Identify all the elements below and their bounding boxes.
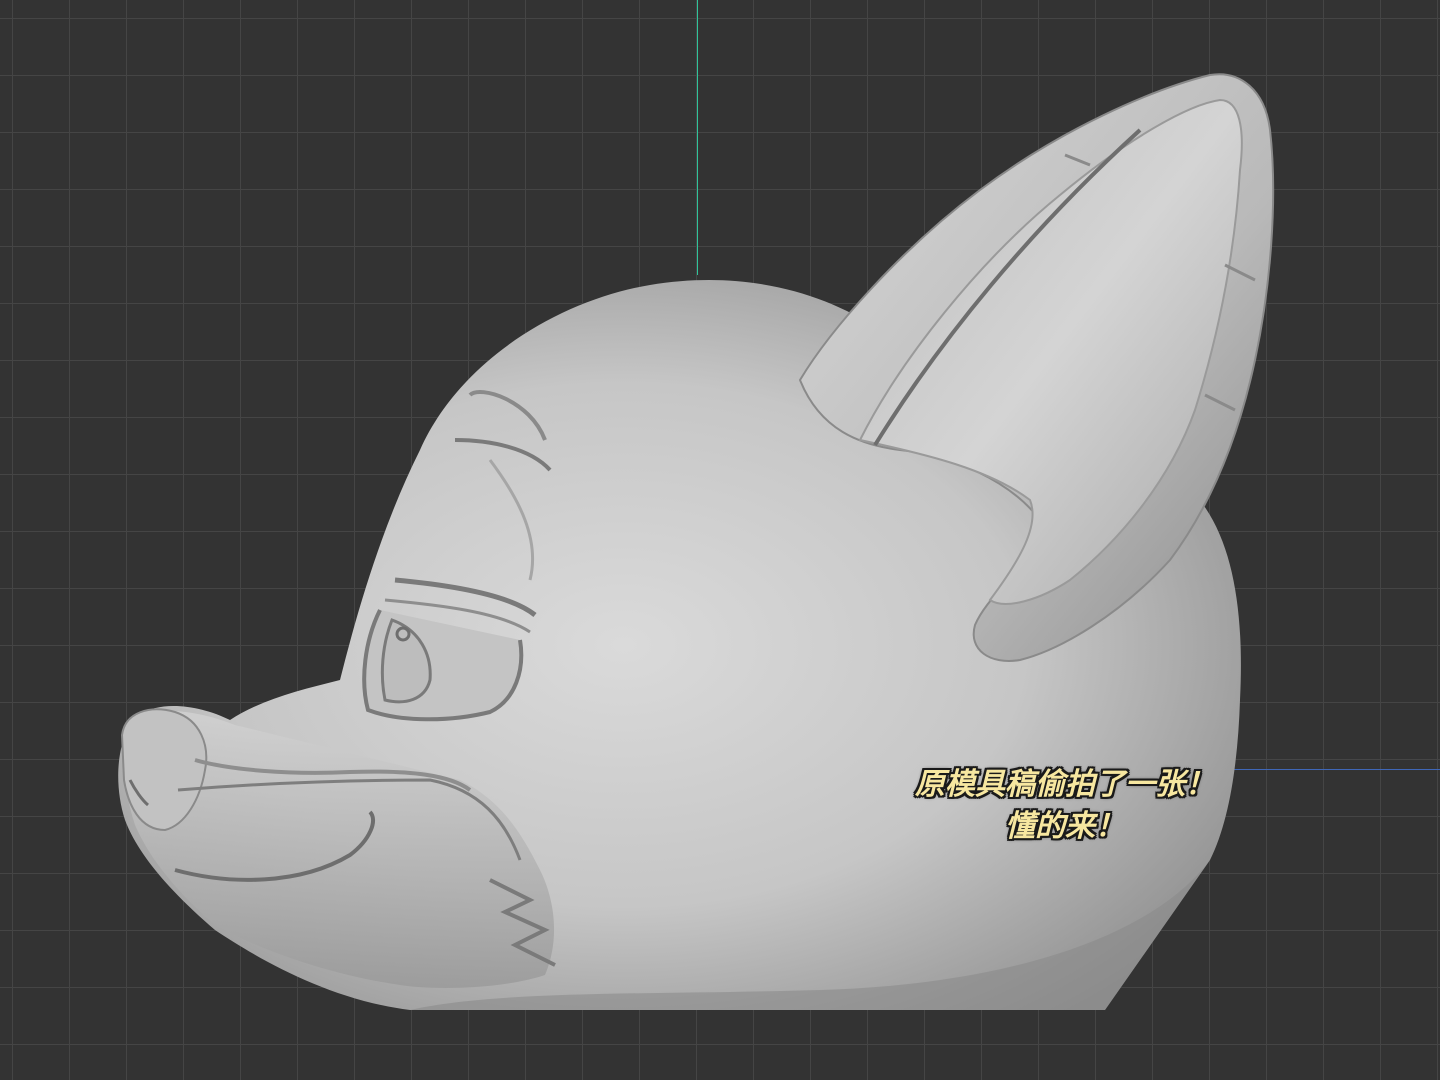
caption-line-2: 懂的来！ [1005,809,1125,844]
fox-head-model[interactable] [0,0,1440,1080]
caption-line-1: 原模具稿偷拍了一张！ [915,767,1215,802]
caption-overlay: 原模具稿偷拍了一张！ 懂的来！ [860,764,1270,848]
3d-viewport[interactable]: 原模具稿偷拍了一张！ 懂的来！ [0,0,1440,1080]
